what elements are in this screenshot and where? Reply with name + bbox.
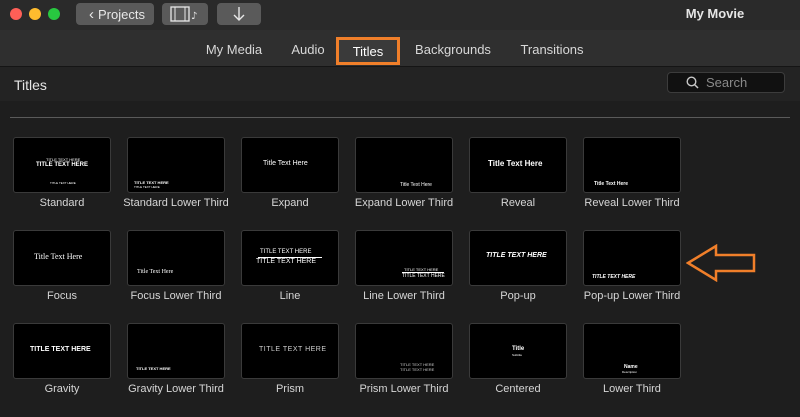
thumbnail-title: Title Text Here <box>34 252 83 261</box>
title-tile-label: Reveal <box>500 197 536 209</box>
title-tile-label: Centered <box>495 383 541 395</box>
title-tile-label: Gravity Lower Third <box>128 383 224 395</box>
title-tile-label: Line <box>279 290 301 302</box>
thumbnail-title: Title Text Here <box>400 182 432 188</box>
title-thumbnail: TITLE TEXT HERE <box>127 323 225 379</box>
title-tile-focus[interactable]: Title Text Here Focus <box>13 230 111 310</box>
title-thumbnail: TITLE TEXT HERE <box>469 230 567 286</box>
thumbnail-title: Title Text Here <box>594 181 628 187</box>
title-tile-expand-lower-third[interactable]: Title Text Here Expand Lower Third <box>355 137 453 217</box>
title-tile-centered[interactable]: Title Subtitle Centered <box>469 323 567 403</box>
title-tile-label: Prism <box>275 383 305 395</box>
title-thumbnail: Title Text Here <box>127 230 225 286</box>
title-tile-label: Standard <box>39 197 85 209</box>
title-tile-label: Focus <box>47 290 77 302</box>
title-thumbnail: Title Text Here <box>355 137 453 193</box>
thumbnail-subtitle: TITLE TEXT HERE <box>402 273 445 279</box>
thumbnail-title: TITLE TEXT HERE <box>486 252 547 259</box>
thumbnail-subtitle: TITLE TEXT HERE <box>50 181 76 185</box>
title-thumbnail: Title Text Here <box>583 137 681 193</box>
title-thumbnail: TITLE TEXT HERE <box>13 323 111 379</box>
thumbnail-subtitle: Description <box>622 370 638 374</box>
title-tile-lower-third[interactable]: Name Description Lower Third <box>583 323 681 403</box>
title-tile-label: Focus Lower Third <box>130 290 222 302</box>
title-tile-line[interactable]: TITLE TEXT HERE TITLE TEXT HERE Line <box>241 230 339 310</box>
title-tile-reveal[interactable]: Title Text Here Reveal <box>469 137 567 217</box>
thumbnail-subtitle: TITLE TEXT HERE <box>256 258 317 265</box>
title-thumbnail: TITLE TEXT HERE TITLE TEXT HERE <box>355 230 453 286</box>
arrow-left-icon <box>686 244 756 282</box>
thumbnail-title: Title Text Here <box>137 269 174 275</box>
title-tile-label: Standard Lower Third <box>123 197 229 209</box>
thumbnail-title: TITLE TEXT HERE <box>136 366 171 371</box>
title-tile-label: Gravity <box>44 383 80 395</box>
thumbnail-subtitle: TITLE TEXT HERE <box>134 185 160 189</box>
title-tile-gravity-lower-third[interactable]: TITLE TEXT HERE Gravity Lower Third <box>127 323 225 403</box>
thumbnail-subtitle: TITLE TEXT HERE <box>400 367 435 372</box>
title-tile-expand[interactable]: Title Text Here Expand <box>241 137 339 217</box>
title-tile-label: Reveal Lower Third <box>584 197 680 209</box>
title-thumbnail: TITLE TEXT HERE TITLE TEXT HERE <box>127 137 225 193</box>
title-thumbnail: Title Text Here <box>13 230 111 286</box>
thumbnail-title: TITLE TEXT HERE <box>259 346 327 353</box>
title-thumbnail: Title Text Here <box>469 137 567 193</box>
title-tile-pop-up[interactable]: TITLE TEXT HERE Pop-up <box>469 230 567 310</box>
title-tile-label: Lower Third <box>603 383 661 395</box>
title-tile-label: Pop-up <box>500 290 536 302</box>
title-tile-label: Pop-up Lower Third <box>583 290 681 302</box>
title-tile-reveal-lower-third[interactable]: Title Text Here Reveal Lower Third <box>583 137 681 217</box>
title-thumbnail: Name Description <box>583 323 681 379</box>
title-thumbnail: Title Text Here <box>241 137 339 193</box>
title-tile-standard[interactable]: TITLE TEXT HERE TITLE TEXT HERE TITLE TE… <box>13 137 111 217</box>
thumbnail-title: Title Text Here <box>488 159 543 168</box>
titles-grid: TITLE TEXT HERE TITLE TEXT HERE TITLE TE… <box>0 0 800 417</box>
title-thumbnail: TITLE TEXT HERE <box>583 230 681 286</box>
thumbnail-title: Title Text Here <box>263 160 308 167</box>
title-tile-label: Line Lower Third <box>363 290 445 302</box>
title-tile-pop-up-lower-third[interactable]: TITLE TEXT HERE Pop-up Lower Third <box>583 230 681 310</box>
title-tile-line-lower-third[interactable]: TITLE TEXT HERE TITLE TEXT HERE Line Low… <box>355 230 453 310</box>
thumbnail-title: Title <box>512 346 525 352</box>
title-tile-focus-lower-third[interactable]: Title Text Here Focus Lower Third <box>127 230 225 310</box>
title-tile-prism[interactable]: TITLE TEXT HERE Prism <box>241 323 339 403</box>
title-tile-gravity[interactable]: TITLE TEXT HERE Gravity <box>13 323 111 403</box>
title-tile-label: Expand Lower Third <box>354 197 454 209</box>
title-thumbnail: TITLE TEXT HERE <box>241 323 339 379</box>
thumbnail-title: TITLE TEXT HERE <box>30 346 91 353</box>
title-tile-label: Expand <box>271 197 309 209</box>
title-tile-prism-lower-third[interactable]: TITLE TEXT HERE TITLE TEXT HERE Prism Lo… <box>355 323 453 403</box>
thumbnail-title: TITLE TEXT HERE <box>260 249 312 255</box>
thumbnail-title: TITLE TEXT HERE <box>36 162 89 168</box>
thumbnail-subtitle: Subtitle <box>512 353 523 357</box>
title-tile-label: Prism Lower Third <box>359 383 449 395</box>
title-thumbnail: TITLE TEXT HERE TITLE TEXT HERE TITLE TE… <box>13 137 111 193</box>
title-tile-standard-lower-third[interactable]: TITLE TEXT HERE TITLE TEXT HERE Standard… <box>123 137 229 217</box>
title-thumbnail: Title Subtitle <box>469 323 567 379</box>
thumbnail-title: TITLE TEXT HERE <box>592 274 636 280</box>
title-thumbnail: TITLE TEXT HERE TITLE TEXT HERE <box>241 230 339 286</box>
title-thumbnail: TITLE TEXT HERE TITLE TEXT HERE <box>355 323 453 379</box>
